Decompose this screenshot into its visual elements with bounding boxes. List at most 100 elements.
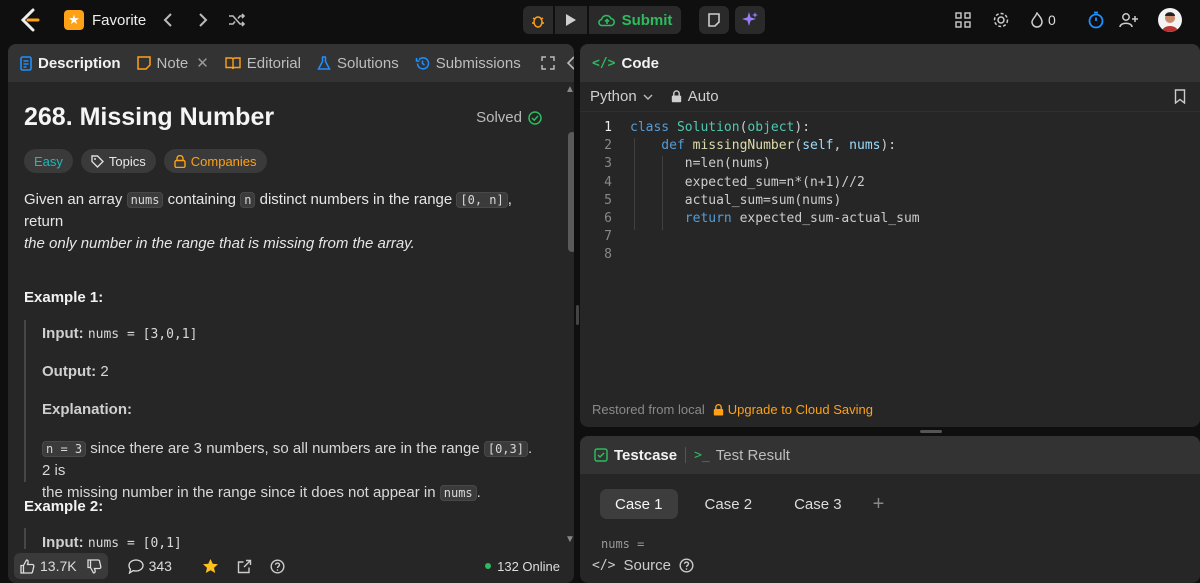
document-icon <box>20 55 32 71</box>
description-tabbar: Description Note ✕ Editorial Solutions S… <box>8 44 574 82</box>
companies-chip[interactable]: Companies <box>163 149 267 173</box>
scroll-up-arrow[interactable]: ▲ <box>565 84 574 95</box>
example-1-explanation: n = 3 since there are 3 numbers, so all … <box>42 440 533 501</box>
testcase-panel: Testcase >_ Test Result Case 1 Case 2 Ca… <box>580 436 1200 583</box>
favorite-list-button[interactable]: ★ Favorite <box>64 9 146 31</box>
horizontal-resize-handle[interactable] <box>920 430 942 433</box>
code-tabbar: </> Code <box>580 44 1200 82</box>
bookmark-icon[interactable] <box>1174 89 1186 108</box>
problem-tags: Easy Topics Companies <box>24 149 267 173</box>
source-button[interactable]: Source <box>623 557 671 574</box>
line-number: 7 <box>604 229 612 245</box>
topics-chip[interactable]: Topics <box>80 149 156 173</box>
tab-note[interactable]: Note ✕ <box>131 44 215 82</box>
cloud-upload-icon <box>597 14 615 27</box>
tab-testcase[interactable]: Testcase <box>588 436 683 474</box>
tab-solutions[interactable]: Solutions <box>311 44 405 82</box>
terminal-icon: >_ <box>694 447 710 463</box>
line-number: 2 <box>604 138 612 154</box>
comments-button[interactable]: 343 <box>127 558 172 574</box>
comment-count: 343 <box>148 558 172 574</box>
tab-submissions[interactable]: Submissions <box>409 44 527 82</box>
case-tab-2[interactable]: Case 2 <box>690 489 768 519</box>
case-tab-1[interactable]: Case 1 <box>600 489 678 519</box>
language-select[interactable]: Python <box>590 88 653 105</box>
description-scrollbar[interactable] <box>568 132 574 252</box>
close-icon[interactable]: ✕ <box>196 54 209 72</box>
history-icon <box>415 56 429 70</box>
submit-label: Submit <box>621 11 673 29</box>
vertical-resize-handle[interactable] <box>576 305 579 325</box>
code-text: def missingNumber(self, nums): <box>630 138 897 154</box>
problem-statement: Given an array nums containing n distinc… <box>24 191 512 252</box>
star-icon[interactable] <box>202 558 219 574</box>
tab-editorial[interactable]: Editorial <box>219 44 307 82</box>
timer-icon[interactable] <box>1085 8 1107 32</box>
case-tab-3[interactable]: Case 3 <box>779 489 857 519</box>
like-button[interactable]: 13.7K <box>20 558 77 574</box>
example-1-input: Input: nums = [3,0,1] <box>42 325 198 342</box>
code-icon: </> <box>592 55 616 71</box>
leetcode-logo-icon[interactable] <box>18 8 42 32</box>
add-case-icon[interactable]: + <box>873 493 885 516</box>
note-icon <box>708 13 720 27</box>
tab-description[interactable]: Description <box>14 44 127 82</box>
collapse-panel-icon[interactable] <box>561 44 574 82</box>
bug-icon <box>532 16 544 28</box>
like-dislike-group: 13.7K <box>14 553 108 579</box>
expand-icon[interactable] <box>535 44 561 82</box>
help-icon[interactable] <box>679 558 694 573</box>
difficulty-badge[interactable]: Easy <box>24 149 73 173</box>
description-footer: 13.7K 343 132 Online <box>8 549 574 583</box>
gear-icon[interactable] <box>990 8 1012 32</box>
auto-mode-toggle[interactable]: Auto <box>671 88 719 105</box>
code-line[interactable]: 3 n=len(nums) <box>580 156 771 174</box>
layout-grid-icon[interactable] <box>952 8 974 32</box>
scroll-down-arrow[interactable]: ▼ <box>565 534 574 545</box>
notes-button[interactable] <box>699 6 729 34</box>
run-button[interactable] <box>555 6 587 34</box>
example-1-heading: Example 1: <box>24 289 104 306</box>
code-line[interactable]: 4 expected_sum=n*(n+1)//2 <box>580 175 865 193</box>
avatar[interactable] <box>1158 8 1182 32</box>
line-number: 3 <box>604 156 612 172</box>
code-line[interactable]: 5 actual_sum=sum(nums) <box>580 193 841 211</box>
indent-guide <box>662 156 663 230</box>
tag-icon <box>91 154 104 168</box>
help-icon[interactable] <box>270 558 285 574</box>
indent-guide <box>634 138 635 230</box>
next-problem-button[interactable] <box>192 9 214 31</box>
submit-button[interactable]: Submit <box>589 6 681 34</box>
thumbs-up-icon <box>20 558 35 574</box>
streak-counter[interactable]: 0 <box>1030 8 1056 32</box>
share-icon[interactable] <box>237 559 252 574</box>
nums-input-label: nums = <box>601 537 645 551</box>
code-line[interactable]: 6 return expected_sum-actual_sum <box>580 211 919 229</box>
dislike-button[interactable] <box>86 558 102 574</box>
add-user-icon[interactable] <box>1118 8 1140 32</box>
code-line[interactable]: 2 def missingNumber(self, nums): <box>580 138 896 156</box>
code-line[interactable]: 7 <box>580 229 612 247</box>
lock-icon <box>671 90 681 103</box>
tab-test-result[interactable]: >_ Test Result <box>688 436 796 474</box>
save-status: Restored from local Upgrade to Cloud Sav… <box>592 402 873 417</box>
solved-status: Solved <box>476 109 542 126</box>
ai-assist-button[interactable] <box>735 6 765 34</box>
previous-problem-button[interactable] <box>157 9 179 31</box>
example-1-output: Output: 2 <box>42 363 109 380</box>
code-line[interactable]: 8 <box>580 247 612 265</box>
flame-icon <box>1031 12 1043 28</box>
tab-code[interactable]: </> Code <box>586 44 665 82</box>
run-submit-group: Submit <box>523 6 681 34</box>
line-number: 8 <box>604 247 612 263</box>
upgrade-cloud-link[interactable]: Upgrade to Cloud Saving <box>713 402 873 417</box>
flask-icon <box>317 55 331 70</box>
debug-button[interactable] <box>523 6 553 34</box>
editor-toolbar: Python Auto <box>580 82 1200 112</box>
shuffle-icon[interactable] <box>226 9 248 31</box>
code-text: class Solution(object): <box>630 120 811 135</box>
checkbox-icon <box>594 448 608 462</box>
code-text: n=len(nums) <box>630 156 771 172</box>
code-line[interactable]: 1 class Solution(object): <box>580 120 810 138</box>
line-number: 6 <box>604 211 612 226</box>
